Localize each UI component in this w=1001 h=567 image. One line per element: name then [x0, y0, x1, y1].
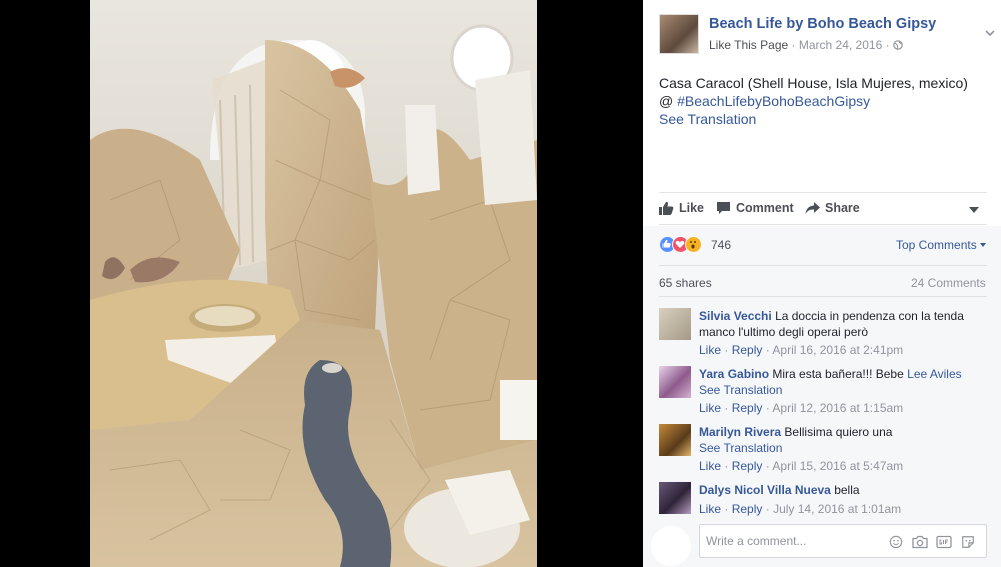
comment-date[interactable]: April 12, 2016 at 1:15am — [772, 401, 903, 415]
comment-text-line: Marilyn Rivera Bellisima quiero una — [699, 424, 989, 440]
see-translation-link[interactable]: See Translation — [659, 110, 989, 128]
viewer-avatar — [651, 526, 691, 566]
comment-text: Mira esta bañera!!! Bebe — [772, 367, 904, 381]
comment-body: Yara Gabino Mira esta bañera!!! Bebe Lee… — [699, 366, 989, 416]
comment-actions: Like · Reply · April 16, 2016 at 2:41pm — [699, 342, 989, 358]
comment-text-line: Dalys Nicol Villa Nueva bella — [699, 482, 989, 498]
comment-composer — [699, 524, 987, 558]
comment-text-line: Yara Gabino Mira esta bañera!!! Bebe Lee… — [699, 366, 989, 382]
photo-viewer: Beach Life by Boho Beach Gipsy Like This… — [0, 0, 1001, 567]
comment-separator: · — [724, 459, 729, 473]
sticker-icon[interactable] — [960, 535, 976, 549]
thumbs-up-icon — [659, 201, 674, 215]
write-comment-input[interactable] — [700, 525, 880, 557]
comment-text-line: Silvia Vecchi La doccia in pendenza con … — [699, 308, 989, 340]
commenter-name[interactable]: Yara Gabino — [699, 367, 769, 381]
page-avatar[interactable] — [659, 14, 699, 54]
commenter-avatar[interactable] — [659, 308, 691, 340]
chevron-down-icon[interactable] — [985, 28, 995, 38]
comment-reply-link[interactable]: Reply — [732, 502, 763, 516]
comment-body: Marilyn Rivera Bellisima quiero una See … — [699, 424, 989, 474]
shares-count[interactable]: 65 shares — [659, 276, 712, 290]
divider — [659, 296, 987, 297]
at-symbol: @ — [659, 93, 674, 109]
top-comments-dropdown[interactable]: Top Comments — [896, 238, 987, 252]
comment-text: bella — [834, 483, 860, 497]
comment-like-link[interactable]: Like — [699, 401, 721, 415]
see-translation-link[interactable]: See Translation — [699, 382, 989, 398]
emoji-icon[interactable] — [888, 535, 904, 549]
divider — [659, 265, 987, 266]
like-page-link[interactable]: Like This Page — [709, 38, 788, 52]
hashtag-link[interactable]: #BeachLifebyBohoBeachGipsy — [677, 93, 870, 109]
reaction-count[interactable]: 746 — [711, 238, 731, 252]
share-options-caret-icon[interactable] — [969, 207, 979, 213]
page-name-link[interactable]: Beach Life by Boho Beach Gipsy — [709, 16, 936, 32]
mention-link[interactable]: Lee Aviles — [907, 367, 962, 381]
comment-separator: · — [724, 401, 729, 415]
post-meta: Like This Page · March 24, 2016 · — [709, 38, 903, 52]
commenter-avatar[interactable] — [659, 366, 691, 398]
comment-separator: · — [724, 343, 729, 357]
comment-separator: · — [765, 459, 770, 473]
commenter-avatar[interactable] — [659, 424, 691, 456]
share-label: Share — [825, 201, 860, 215]
comment-reply-link[interactable]: Reply — [732, 401, 763, 415]
post-action-bar: Like Comment Share — [659, 192, 987, 225]
comment-separator: · — [724, 502, 729, 516]
commenter-avatar[interactable] — [659, 482, 691, 514]
top-comments-label: Top Comments — [896, 238, 977, 252]
post-panel: Beach Life by Boho Beach Gipsy Like This… — [643, 0, 1001, 567]
comment-icon — [717, 202, 730, 214]
post-photo[interactable] — [90, 0, 537, 567]
commenter-name[interactable]: Marilyn Rivera — [699, 425, 781, 439]
see-translation-link[interactable]: See Translation — [699, 440, 989, 456]
commenter-name[interactable]: Dalys Nicol Villa Nueva — [699, 483, 831, 497]
post-date[interactable]: March 24, 2016 — [799, 38, 882, 52]
comment-like-link[interactable]: Like — [699, 502, 721, 516]
meta-separator: · — [885, 38, 890, 52]
globe-icon[interactable] — [893, 40, 903, 50]
comments-count[interactable]: 24 Comments — [911, 276, 986, 290]
post-header: Beach Life by Boho Beach Gipsy Like This… — [659, 14, 995, 56]
comment-button[interactable]: Comment — [716, 201, 794, 215]
comment-date[interactable]: July 14, 2016 at 1:01am — [773, 502, 901, 516]
comment-reply-link[interactable]: Reply — [732, 343, 763, 357]
post-message: Casa Caracol (Shell House, Isla Mujeres,… — [659, 74, 989, 128]
comment-body: Silvia Vecchi La doccia in pendenza con … — [699, 308, 989, 358]
share-button[interactable]: Share — [805, 201, 860, 215]
commenter-name[interactable]: Silvia Vecchi — [699, 309, 772, 323]
comment-reply-link[interactable]: Reply — [732, 459, 763, 473]
comment-separator: · — [765, 502, 770, 516]
comment-label: Comment — [736, 201, 794, 215]
comment-actions: Like · Reply · April 12, 2016 at 1:15am — [699, 400, 989, 416]
comment-actions: Like · Reply · July 14, 2016 at 1:01am — [699, 501, 989, 517]
comment-separator: · — [765, 401, 770, 415]
wow-reaction-icon — [685, 236, 702, 253]
meta-separator: · — [791, 38, 796, 52]
comment-actions: Like · Reply · April 15, 2016 at 5:47am — [699, 458, 989, 474]
like-button[interactable]: Like — [659, 201, 704, 215]
post-text-line: Casa Caracol (Shell House, Isla Mujeres,… — [659, 75, 968, 91]
caret-down-icon — [980, 243, 987, 247]
comment-date[interactable]: April 16, 2016 at 2:41pm — [772, 343, 903, 357]
comment-like-link[interactable]: Like — [699, 343, 721, 357]
like-label: Like — [679, 201, 705, 215]
comment-date[interactable]: April 15, 2016 at 5:47am — [772, 459, 903, 473]
gif-icon[interactable] — [936, 535, 952, 549]
comment-text: Bellisima quiero una — [784, 425, 893, 439]
comment-body: Dalys Nicol Villa Nueva bella Like · Rep… — [699, 482, 989, 517]
comment-separator: · — [765, 343, 770, 357]
photo-backdrop — [0, 0, 643, 567]
comments-section: 746 Top Comments 65 shares 24 Comments S… — [643, 226, 1001, 567]
post-hashtag-line: @ #BeachLifebyBohoBeachGipsy — [659, 92, 989, 110]
share-icon — [805, 202, 820, 214]
comment-like-link[interactable]: Like — [699, 459, 721, 473]
camera-icon[interactable] — [912, 535, 928, 549]
shell-house-bathroom-image — [90, 0, 537, 567]
